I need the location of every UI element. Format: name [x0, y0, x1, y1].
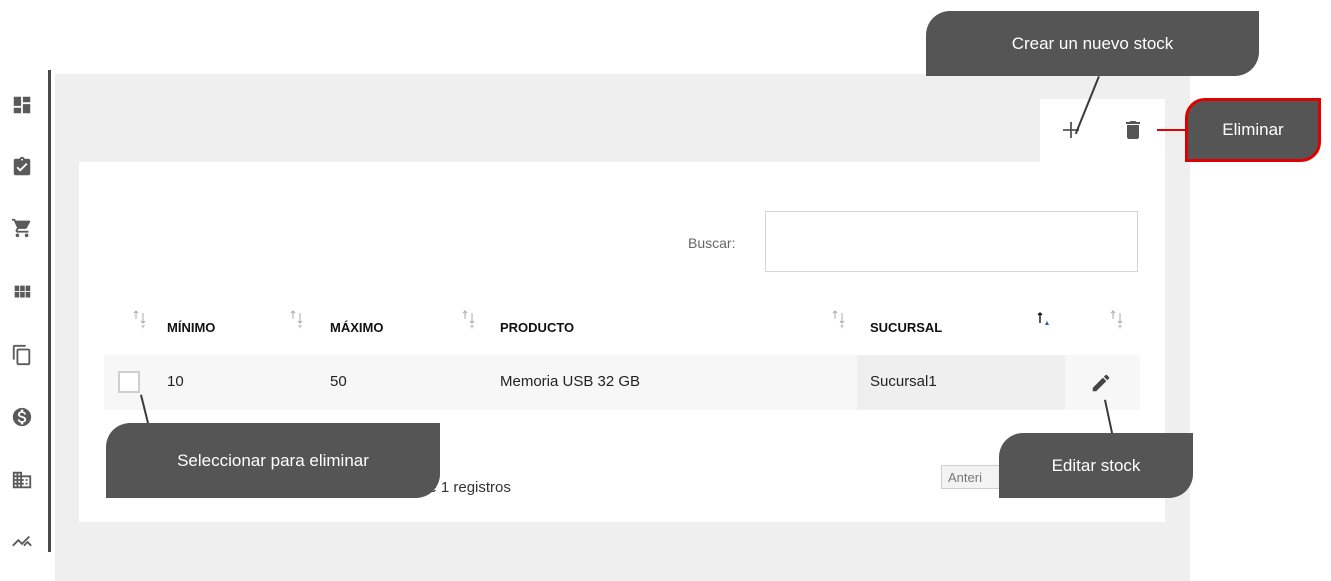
- cart-icon[interactable]: [10, 216, 34, 240]
- callout-select-delete: Seleccionar para eliminar: [106, 423, 440, 498]
- dollar-icon[interactable]: [10, 405, 34, 429]
- callout-delete: Eliminar: [1185, 98, 1321, 162]
- trash-icon: [1126, 121, 1140, 139]
- callout-edit-stock: Editar stock: [999, 433, 1193, 498]
- column-header-minimo[interactable]: MÍNIMO: [167, 320, 215, 335]
- edit-button[interactable]: [1088, 370, 1114, 396]
- copy-icon[interactable]: [10, 343, 34, 367]
- callout-new-stock: Crear un nuevo stock: [926, 11, 1259, 76]
- sort-icon[interactable]: [1110, 309, 1124, 331]
- cell-sucursal: Sucursal1: [870, 373, 937, 390]
- column-header-sucursal[interactable]: SUCURSAL: [870, 320, 942, 335]
- sort-icon[interactable]: [832, 309, 846, 331]
- row-select-checkbox[interactable]: [118, 371, 140, 393]
- delete-button[interactable]: [1118, 115, 1148, 145]
- trending-icon[interactable]: [10, 530, 34, 554]
- cell-producto: Memoria USB 32 GB: [500, 373, 641, 390]
- pencil-icon: [1092, 374, 1110, 392]
- clipboard-check-icon[interactable]: [10, 155, 34, 179]
- cell-minimo: 10: [167, 373, 184, 390]
- search-label: Buscar:: [688, 235, 736, 251]
- dashboard-icon[interactable]: [10, 93, 34, 117]
- column-header-producto[interactable]: PRODUCTO: [500, 320, 574, 335]
- cell-maximo: 50: [330, 373, 347, 390]
- grid-icon[interactable]: [10, 280, 34, 304]
- sort-active-icon[interactable]: [1037, 309, 1051, 331]
- sidebar: [0, 70, 52, 560]
- column-header-maximo[interactable]: MÁXIMO: [330, 320, 383, 335]
- sort-icon[interactable]: [462, 309, 476, 331]
- toolbar: [1040, 99, 1165, 162]
- sort-icon[interactable]: [290, 309, 304, 331]
- sidebar-rail: [48, 70, 51, 552]
- leader-line: [1157, 129, 1185, 131]
- sort-icon[interactable]: [133, 309, 147, 331]
- search-input[interactable]: [765, 211, 1138, 272]
- building-icon[interactable]: [10, 468, 34, 492]
